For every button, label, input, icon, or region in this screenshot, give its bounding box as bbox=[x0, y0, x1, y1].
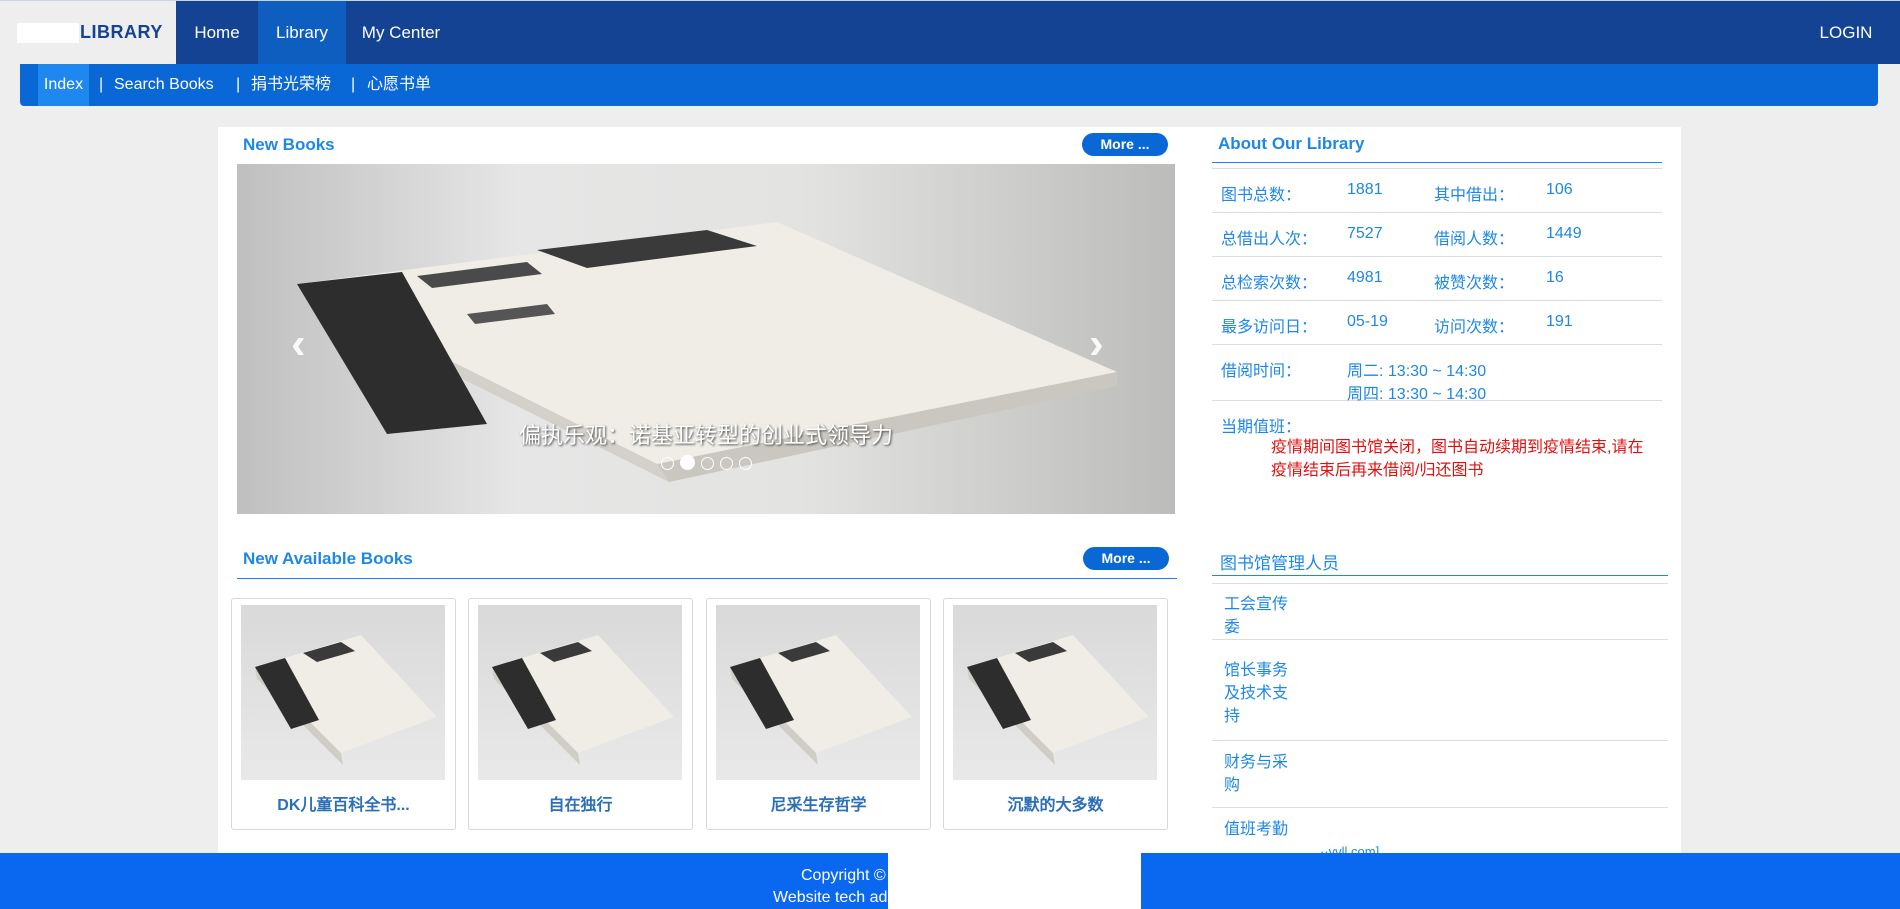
stat-value: 1449 bbox=[1546, 225, 1582, 242]
stat-value: 106 bbox=[1546, 181, 1573, 198]
staff-row: 馆长事务及技术支持 bbox=[1212, 659, 1668, 741]
nav-library[interactable]: Library bbox=[258, 1, 346, 64]
sub-navbar: Index | Search Books | 捐书光荣榜 | 心愿书单 bbox=[20, 64, 1878, 106]
book-card[interactable]: 自在独行 bbox=[468, 598, 693, 830]
subnav-separator: | bbox=[99, 76, 104, 93]
book-title[interactable]: DK儿童百科全书... bbox=[232, 791, 455, 815]
stat-row: 最多访问日： 05-19 访问次数： 191 bbox=[1212, 301, 1662, 345]
stat-row: 总借出人次： 7527 借阅人数： 1449 bbox=[1212, 213, 1662, 257]
stat-row: 图书总数： 1881 其中借出： 106 bbox=[1212, 168, 1662, 213]
subnav-search-books[interactable]: Search Books bbox=[114, 64, 214, 106]
about-title: About Our Library bbox=[1218, 134, 1365, 153]
staff-role: 财务与采购 bbox=[1224, 754, 1289, 794]
book-cover bbox=[478, 605, 682, 780]
stat-value: 7527 bbox=[1347, 225, 1383, 242]
book-title[interactable]: 沉默的大多数 bbox=[944, 791, 1167, 815]
staff-row: 财务与采购 bbox=[1212, 751, 1668, 808]
stat-value: 1881 bbox=[1347, 181, 1383, 198]
available-books-more-button[interactable]: More ... bbox=[1083, 547, 1169, 570]
carousel-dot[interactable] bbox=[738, 457, 752, 470]
carousel-caption: 偏执乐观：诺基亚转型的创业式领导力 bbox=[518, 424, 893, 449]
stat-value: 4981 bbox=[1347, 269, 1383, 286]
subnav-donation-honor[interactable]: 捐书光荣榜 bbox=[251, 64, 331, 106]
staff-role: 值班考勤 bbox=[1224, 821, 1289, 838]
about-divider bbox=[1212, 162, 1662, 163]
carousel-next-arrow[interactable]: › bbox=[1089, 319, 1104, 369]
stat-label: 总借出人次： bbox=[1221, 231, 1318, 248]
hours-label: 借阅时间： bbox=[1221, 363, 1302, 380]
duty-label: 当期值班： bbox=[1221, 419, 1302, 436]
top-navbar: LIBRARY Home Library My Center LOGIN bbox=[0, 0, 1900, 64]
book-card[interactable]: 沉默的大多数 bbox=[943, 598, 1168, 830]
stat-label: 借阅人数： bbox=[1434, 231, 1515, 248]
footer-copyright: Copyright © bbox=[801, 867, 886, 884]
book-card[interactable]: 尼采生存哲学 bbox=[706, 598, 931, 830]
login-button[interactable]: LOGIN bbox=[1794, 1, 1898, 64]
footer-tech: Website tech ad bbox=[773, 889, 888, 906]
logo bbox=[17, 23, 79, 43]
duty-row: 当期值班： 疫情期间图书馆关闭，图书自动续期到疫情结束,请在疫情结束后再来借阅/… bbox=[1212, 401, 1662, 491]
staff-row: 值班考勤 ··vvll.com] bbox=[1212, 818, 1668, 859]
new-books-more-button[interactable]: More ... bbox=[1082, 133, 1168, 156]
new-books-carousel[interactable]: ‹ › 偏执乐观：诺基亚转型的创业式领导力 bbox=[237, 164, 1175, 514]
hours-row: 借阅时间： 周二: 13:30 ~ 14:30 周四: 13:30 ~ 14:3… bbox=[1212, 345, 1662, 403]
subnav-separator: | bbox=[351, 76, 356, 93]
staff-divider-light bbox=[1212, 583, 1668, 584]
carousel-indicators bbox=[237, 455, 1175, 475]
stat-label: 最多访问日： bbox=[1221, 319, 1318, 336]
book-title[interactable]: 自在独行 bbox=[469, 791, 692, 815]
carousel-dot[interactable] bbox=[660, 457, 674, 470]
staff-role: 馆长事务及技术支持 bbox=[1224, 662, 1289, 725]
book-title[interactable]: 尼采生存哲学 bbox=[707, 791, 930, 815]
subnav-index[interactable]: Index bbox=[38, 64, 89, 106]
available-books-title: New Available Books bbox=[243, 549, 413, 568]
stat-value: 05-19 bbox=[1347, 313, 1388, 330]
new-books-title: New Books bbox=[243, 135, 335, 154]
carousel-dot[interactable] bbox=[719, 457, 733, 470]
closure-notice: 疫情期间图书馆关闭，图书自动续期到疫情结束,请在疫情结束后再来借阅/归还图书 bbox=[1271, 439, 1644, 479]
brand-title: LIBRARY bbox=[80, 22, 163, 42]
staff-title: 图书馆管理人员 bbox=[1220, 554, 1339, 573]
subnav-separator: | bbox=[236, 76, 241, 93]
available-divider bbox=[237, 578, 1177, 579]
stat-label: 访问次数： bbox=[1434, 319, 1515, 336]
hours-value: 周二: 13:30 ~ 14:30 bbox=[1347, 363, 1487, 380]
book-cover bbox=[716, 605, 920, 780]
carousel-dot[interactable] bbox=[700, 457, 714, 470]
stat-label: 被赞次数： bbox=[1434, 275, 1515, 292]
stat-label: 总检索次数： bbox=[1221, 275, 1318, 292]
footer-overlay bbox=[888, 853, 1141, 909]
stat-row: 总检索次数： 4981 被赞次数： 16 bbox=[1212, 257, 1662, 301]
brand[interactable]: LIBRARY bbox=[0, 1, 176, 64]
carousel-dot-active[interactable] bbox=[679, 455, 695, 470]
library-stats: 图书总数： 1881 其中借出： 106 总借出人次： 7527 借阅人数： 1… bbox=[1212, 168, 1662, 491]
staff-row: 工会宣传委 bbox=[1212, 593, 1668, 640]
stat-value: 16 bbox=[1546, 269, 1564, 286]
stat-label: 其中借出： bbox=[1434, 187, 1515, 204]
stat-label: 图书总数： bbox=[1221, 187, 1302, 204]
carousel-prev-arrow[interactable]: ‹ bbox=[291, 319, 306, 369]
book-cover bbox=[241, 605, 445, 780]
subnav-wishlist[interactable]: 心愿书单 bbox=[367, 64, 431, 106]
stat-value: 191 bbox=[1546, 313, 1573, 330]
nav-my-center[interactable]: My Center bbox=[346, 1, 456, 64]
staff-divider bbox=[1212, 575, 1668, 576]
nav-home[interactable]: Home bbox=[176, 1, 258, 64]
book-card[interactable]: DK儿童百科全书... bbox=[231, 598, 456, 830]
book-cover bbox=[953, 605, 1157, 780]
staff-role: 工会宣传委 bbox=[1224, 596, 1289, 636]
